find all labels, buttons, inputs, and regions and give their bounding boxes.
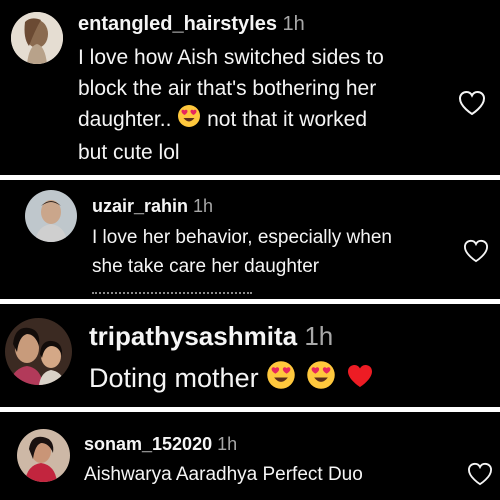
red-heart-emoji (346, 361, 374, 399)
username-text[interactable]: entangled_hairstyles (78, 13, 277, 35)
comment-line: daughter.. not that it worked (78, 104, 384, 137)
username[interactable]: entangled_hairstyles 1h (78, 13, 305, 36)
comment-text: I love how Aish switched sides to block … (78, 42, 384, 168)
comment-line: but cute lol (78, 141, 180, 164)
heart-outline-icon[interactable] (467, 462, 493, 491)
comment-line: she take care her daughter (92, 256, 320, 277)
comment-line-part: not that it worked (201, 108, 368, 132)
avatar[interactable] (17, 429, 70, 482)
comment-line: I love how Aish switched sides to (78, 46, 384, 69)
comment-item: uzair_rahin 1h I love her behavior, espe… (0, 180, 500, 299)
timestamp: 1h (217, 434, 238, 454)
username-text[interactable]: sonam_152020 (84, 434, 212, 454)
heart-eyes-emoji (306, 360, 336, 400)
heart-outline-icon[interactable] (463, 239, 489, 268)
timestamp: 1h (304, 321, 334, 351)
username[interactable]: sonam_152020 1h (84, 434, 237, 455)
heart-outline-icon[interactable] (458, 90, 486, 121)
avatar[interactable] (11, 12, 63, 64)
username-text[interactable]: tripathysashmita (89, 321, 297, 351)
comment-text: Doting mother (89, 359, 374, 400)
next-comment-peek (92, 292, 292, 299)
comment-item: entangled_hairstyles 1h I love how Aish … (0, 0, 500, 175)
comment-text: Aishwarya Aaradhya Perfect Duo (84, 462, 363, 488)
comment-item: tripathysashmita 1h Doting mother (0, 304, 500, 407)
heart-eyes-emoji (177, 104, 201, 137)
comment-item: sonam_152020 1h Aishwarya Aaradhya Perfe… (0, 412, 500, 500)
avatar[interactable] (25, 190, 77, 242)
username[interactable]: uzair_rahin 1h (92, 196, 213, 217)
comment-line-part: daughter.. (78, 108, 178, 132)
comment-line: block the air that's bothering her (78, 77, 377, 100)
comment-text: I love her behavior, especially when she… (92, 223, 392, 281)
timestamp: 1h (282, 13, 305, 35)
comment-line: I love her behavior, especially when (92, 227, 392, 248)
username-text[interactable]: uzair_rahin (92, 196, 188, 216)
comment-line-part: Doting mother (89, 363, 267, 393)
avatar[interactable] (5, 318, 72, 385)
username[interactable]: tripathysashmita 1h (89, 321, 333, 352)
comment-line: Aishwarya Aaradhya Perfect Duo (84, 464, 363, 485)
timestamp: 1h (193, 196, 214, 216)
heart-eyes-emoji (266, 360, 296, 400)
